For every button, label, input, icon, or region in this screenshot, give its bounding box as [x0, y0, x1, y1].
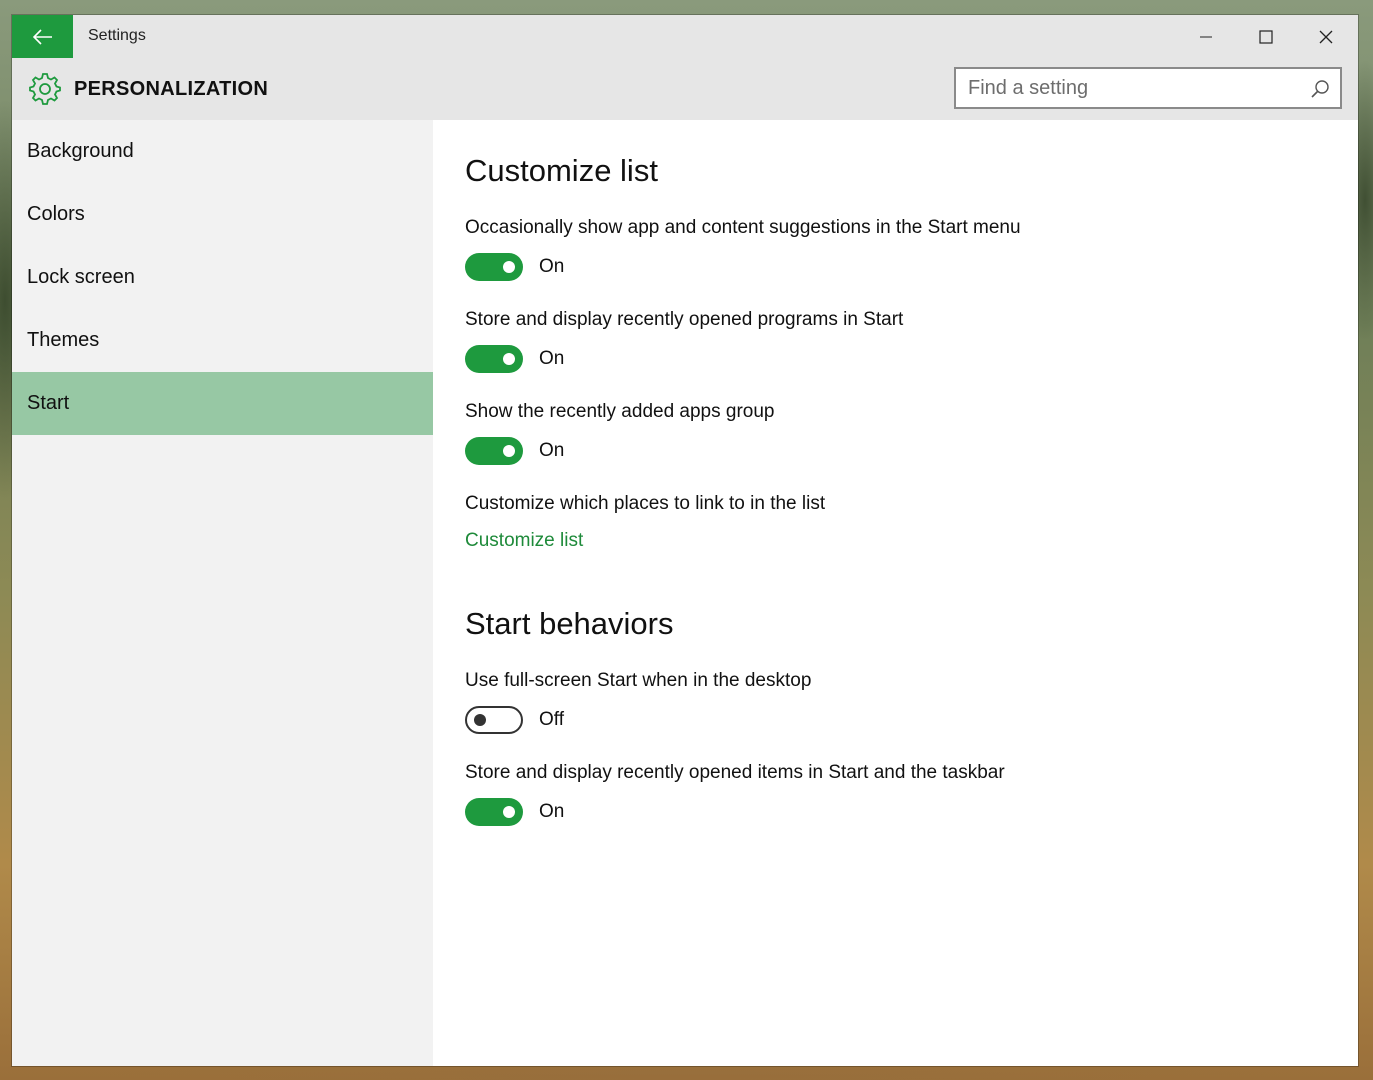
sidebar-item-label: Colors	[27, 203, 85, 225]
minimize-icon	[1200, 36, 1212, 37]
toggle-row-suggestions: On	[465, 253, 564, 281]
toggle-state-label: On	[539, 348, 565, 369]
page-title: PERSONALIZATION	[74, 78, 269, 100]
back-button[interactable]	[12, 15, 73, 58]
window-title: Settings	[88, 27, 146, 44]
toggle-state-label: On	[539, 256, 565, 277]
sidebar-item-label: Lock screen	[27, 266, 135, 288]
setting-label-recent-programs: Store and display recently opened progra…	[465, 309, 904, 330]
suggestions-toggle[interactable]	[465, 253, 523, 281]
sidebar-item-label: Background	[27, 140, 134, 162]
sidebar-item-background[interactable]: Background	[12, 120, 433, 183]
sidebar-item-themes[interactable]: Themes	[12, 309, 433, 372]
toggle-row-recently-added: On	[465, 437, 564, 465]
close-icon	[1319, 30, 1333, 43]
toggle-row-full-screen: Off	[465, 706, 564, 734]
customize-list-link[interactable]: Customize list	[465, 530, 583, 552]
toggle-state-label: Off	[539, 709, 564, 730]
full-screen-toggle[interactable]	[465, 706, 523, 734]
section-title-customize-list: Customize list	[465, 153, 658, 188]
close-button[interactable]	[1296, 15, 1356, 58]
back-arrow-icon	[32, 28, 52, 45]
search-icon[interactable]	[1310, 79, 1330, 99]
setting-label-suggestions: Occasionally show app and content sugges…	[465, 217, 1021, 238]
setting-label-recently-added: Show the recently added apps group	[465, 401, 775, 422]
settings-window: Settings PERSONALIZATION Find a setting …	[12, 15, 1358, 1066]
sidebar-item-label: Themes	[27, 329, 100, 351]
toggle-row-recent-items: On	[465, 798, 564, 826]
page-header: PERSONALIZATION	[12, 58, 1358, 120]
setting-label-full-screen: Use full-screen Start when in the deskto…	[465, 670, 812, 691]
toggle-state-label: On	[539, 440, 565, 461]
recent-items-toggle[interactable]	[465, 798, 523, 826]
sidebar-item-lock-screen[interactable]: Lock screen	[12, 246, 433, 309]
toggle-knob	[474, 714, 486, 726]
gear-icon	[29, 73, 61, 105]
maximize-icon	[1259, 29, 1273, 44]
recent-programs-toggle[interactable]	[465, 345, 523, 373]
sidebar: Background Colors Lock screen Themes Sta…	[12, 120, 433, 1066]
maximize-button[interactable]	[1236, 15, 1296, 58]
toggle-knob	[503, 445, 515, 457]
setting-label-customize-places: Customize which places to link to in the…	[465, 493, 826, 514]
title-bar: Settings	[12, 15, 1358, 58]
setting-label-recent-items: Store and display recently opened items …	[465, 762, 1005, 783]
recently-added-toggle[interactable]	[465, 437, 523, 465]
search-box[interactable]	[954, 67, 1342, 109]
toggle-row-recent-programs: On	[465, 345, 564, 373]
toggle-knob	[503, 261, 515, 273]
toggle-knob	[503, 353, 515, 365]
minimize-button[interactable]	[1176, 15, 1236, 58]
sidebar-item-start[interactable]: Start	[12, 372, 433, 435]
toggle-state-label: On	[539, 801, 565, 822]
main-content: Customize list Occasionally show app and…	[433, 120, 1358, 1066]
search-input[interactable]	[968, 77, 1298, 99]
section-title-start-behaviors: Start behaviors	[465, 606, 674, 641]
sidebar-item-label: Start	[27, 392, 70, 414]
toggle-knob	[503, 806, 515, 818]
sidebar-item-colors[interactable]: Colors	[12, 183, 433, 246]
